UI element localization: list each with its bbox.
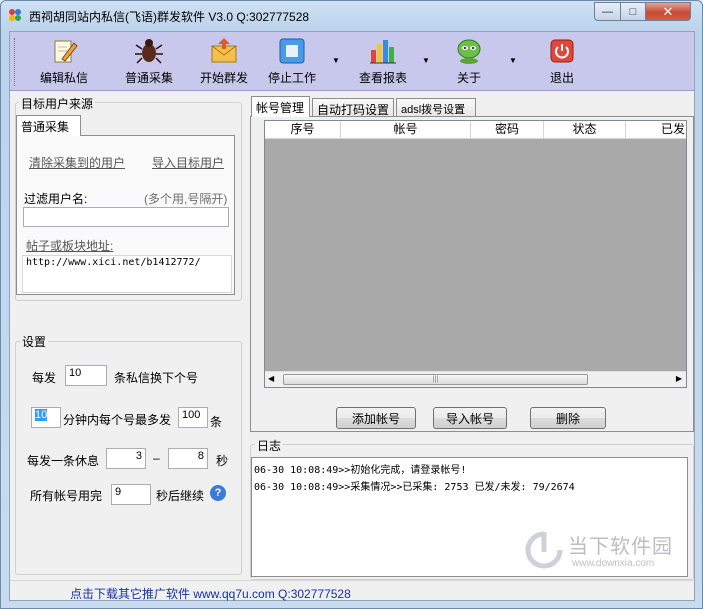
scroll-left-icon[interactable]: ◀ bbox=[268, 374, 274, 383]
rest-max-input[interactable]: 8 bbox=[168, 448, 208, 469]
send-count-input[interactable]: 10 bbox=[65, 365, 107, 386]
url-input[interactable]: http://www.xici.net/b1412772/ bbox=[22, 255, 232, 293]
toolbar-about-label: 关于 bbox=[456, 71, 481, 85]
toolbar: 编辑私信 普通采集 开始群发 停止工作 ▼ 查看报表 ▼ 关于 ▼ 退出 bbox=[10, 32, 694, 91]
max-send-suffix: 条 bbox=[210, 415, 223, 429]
add-account-label: 添加帐号 bbox=[351, 411, 400, 426]
delete-account-label: 删除 bbox=[555, 411, 580, 426]
title-bar[interactable]: 西祠胡同站内私信(飞语)群发软件 V3.0 Q:302777528 — □ ✕ bbox=[1, 1, 702, 29]
maximize-button[interactable]: □ bbox=[620, 2, 646, 21]
max-send-input[interactable]: 100 bbox=[178, 407, 208, 428]
import-target-link[interactable]: 导入目标用户 bbox=[152, 154, 224, 171]
tab-captcha-settings[interactable]: 自动打码设置 bbox=[312, 98, 394, 117]
client-area: 编辑私信 普通采集 开始群发 停止工作 ▼ 查看报表 ▼ 关于 ▼ 退出 目标用… bbox=[9, 31, 695, 601]
toolbar-collect-label: 普通采集 bbox=[124, 71, 173, 85]
scroll-grip-icon: ||| bbox=[432, 376, 439, 383]
account-table[interactable]: 序号 帐号 密码 状态 已发 ◀ ||| ▶ bbox=[264, 120, 687, 388]
toolbar-report-button[interactable]: 查看报表 bbox=[355, 36, 411, 88]
all-used-prefix: 所有帐号用完 bbox=[30, 489, 103, 503]
bar-chart-icon bbox=[368, 36, 398, 66]
add-account-button[interactable]: 添加帐号 bbox=[336, 407, 416, 429]
close-button[interactable]: ✕ bbox=[645, 2, 691, 21]
col-sent-header[interactable]: 已发 bbox=[626, 121, 686, 138]
tab-account-manage-label: 帐号管理 bbox=[256, 101, 305, 115]
import-account-button[interactable]: 导入帐号 bbox=[433, 407, 507, 429]
filter-hint: (多个用,号隔开) bbox=[144, 192, 228, 206]
rest-dash: – bbox=[153, 451, 160, 465]
bug-icon bbox=[134, 36, 164, 66]
tab-captcha-settings-label: 自动打码设置 bbox=[317, 103, 390, 117]
toolbar-grip[interactable] bbox=[14, 38, 17, 86]
continue-seconds-input[interactable]: 9 bbox=[111, 484, 151, 505]
send-count-suffix: 条私信换下个号 bbox=[114, 371, 199, 385]
scroll-thumb[interactable]: ||| bbox=[283, 374, 588, 385]
rest-suffix: 秒 bbox=[216, 454, 229, 468]
minute-limit-label: 分钟内每个号最多发 bbox=[63, 413, 172, 427]
report-dropdown-arrow[interactable]: ▼ bbox=[422, 56, 430, 65]
col-index-header[interactable]: 序号 bbox=[265, 121, 341, 138]
tab-account-manage[interactable]: 帐号管理 bbox=[251, 96, 310, 117]
col-password-header[interactable]: 密码 bbox=[471, 121, 544, 138]
all-used-suffix: 秒后继续 bbox=[156, 489, 205, 503]
minute-limit-input[interactable]: 10 bbox=[31, 407, 61, 428]
log-line: 06-30 10:08:49>>初始化完成，请登录帐号! bbox=[254, 465, 467, 476]
stop-dropdown-arrow[interactable]: ▼ bbox=[332, 56, 340, 65]
settings-title: 设置 bbox=[20, 333, 49, 350]
url-label: 帖子或板块地址: bbox=[26, 239, 114, 253]
tab-normal-collect-label: 普通采集 bbox=[21, 120, 70, 134]
clear-collected-link[interactable]: 清除采集到的用户 bbox=[29, 154, 125, 171]
toolbar-exit-button[interactable]: 退出 bbox=[534, 36, 590, 88]
alien-icon bbox=[454, 36, 484, 66]
status-promo-link[interactable]: 点击下载其它推广软件 www.qq7u.com Q:302777528 bbox=[70, 585, 351, 602]
close-icon: ✕ bbox=[662, 3, 674, 19]
import-account-label: 导入帐号 bbox=[445, 411, 494, 426]
col-account-header[interactable]: 帐号 bbox=[341, 121, 471, 138]
filter-label: 过滤用户名: bbox=[24, 192, 88, 206]
toolbar-stop-label: 停止工作 bbox=[267, 71, 316, 85]
window-title: 西祠胡同站内私信(飞语)群发软件 V3.0 Q:302777528 bbox=[29, 10, 310, 24]
about-dropdown-arrow[interactable]: ▼ bbox=[509, 56, 517, 65]
delete-account-button[interactable]: 删除 bbox=[530, 407, 606, 429]
minute-limit-value: 10 bbox=[35, 409, 48, 421]
tab-adsl-settings[interactable]: adsl拨号设置 bbox=[396, 98, 476, 117]
toolbar-edit-message-label: 编辑私信 bbox=[39, 71, 88, 85]
watermark-url: www.downxia.com bbox=[572, 558, 655, 569]
minimize-button[interactable]: — bbox=[594, 2, 621, 21]
target-source-title: 目标用户来源 bbox=[19, 95, 96, 112]
help-glyph: ? bbox=[214, 487, 222, 499]
toolbar-start-send-button[interactable]: 开始群发 bbox=[196, 36, 252, 88]
envelope-icon bbox=[209, 36, 239, 66]
account-hscrollbar[interactable]: ◀ ||| ▶ bbox=[265, 371, 686, 387]
watermark-brand: 当下软件园 bbox=[568, 536, 673, 558]
log-title: 日志 bbox=[255, 437, 284, 454]
maximize-icon: □ bbox=[629, 5, 637, 18]
app-logo-icon bbox=[9, 9, 21, 21]
tab-normal-collect[interactable]: 普通采集 bbox=[16, 115, 81, 136]
downxia-watermark: 当下软件园 www.downxia.com bbox=[524, 526, 684, 578]
toolbar-exit-label: 退出 bbox=[549, 71, 574, 85]
stop-square-icon bbox=[277, 36, 307, 66]
help-icon[interactable]: ? bbox=[210, 485, 226, 501]
send-count-prefix: 每发 bbox=[32, 371, 57, 385]
main-window: 西祠胡同站内私信(飞语)群发软件 V3.0 Q:302777528 — □ ✕ … bbox=[0, 0, 703, 609]
status-bar: 点击下载其它推广软件 www.qq7u.com Q:302777528 bbox=[10, 580, 694, 602]
rest-min-input[interactable]: 3 bbox=[106, 448, 146, 469]
rest-prefix: 每发一条休息 bbox=[27, 454, 100, 468]
edit-pencil-icon bbox=[49, 36, 79, 66]
minimize-icon: — bbox=[602, 5, 613, 18]
tab-adsl-settings-label: adsl拨号设置 bbox=[401, 104, 466, 116]
toolbar-collect-button[interactable]: 普通采集 bbox=[121, 36, 177, 88]
log-line: 06-30 10:08:49>>采集情况>>已采集: 2753 已发/未发: 7… bbox=[254, 482, 575, 493]
toolbar-start-send-label: 开始群发 bbox=[199, 71, 248, 85]
account-table-header: 序号 帐号 密码 状态 已发 bbox=[265, 121, 686, 139]
downxia-logo-icon bbox=[525, 531, 563, 569]
scroll-right-icon[interactable]: ▶ bbox=[676, 374, 682, 383]
filter-input[interactable] bbox=[23, 207, 229, 227]
toolbar-report-label: 查看报表 bbox=[358, 71, 407, 85]
toolbar-about-button[interactable]: 关于 bbox=[441, 36, 497, 88]
col-status-header[interactable]: 状态 bbox=[544, 121, 626, 138]
toolbar-stop-button[interactable]: 停止工作 bbox=[264, 36, 320, 88]
toolbar-edit-message-button[interactable]: 编辑私信 bbox=[36, 36, 92, 88]
power-icon bbox=[547, 36, 577, 66]
